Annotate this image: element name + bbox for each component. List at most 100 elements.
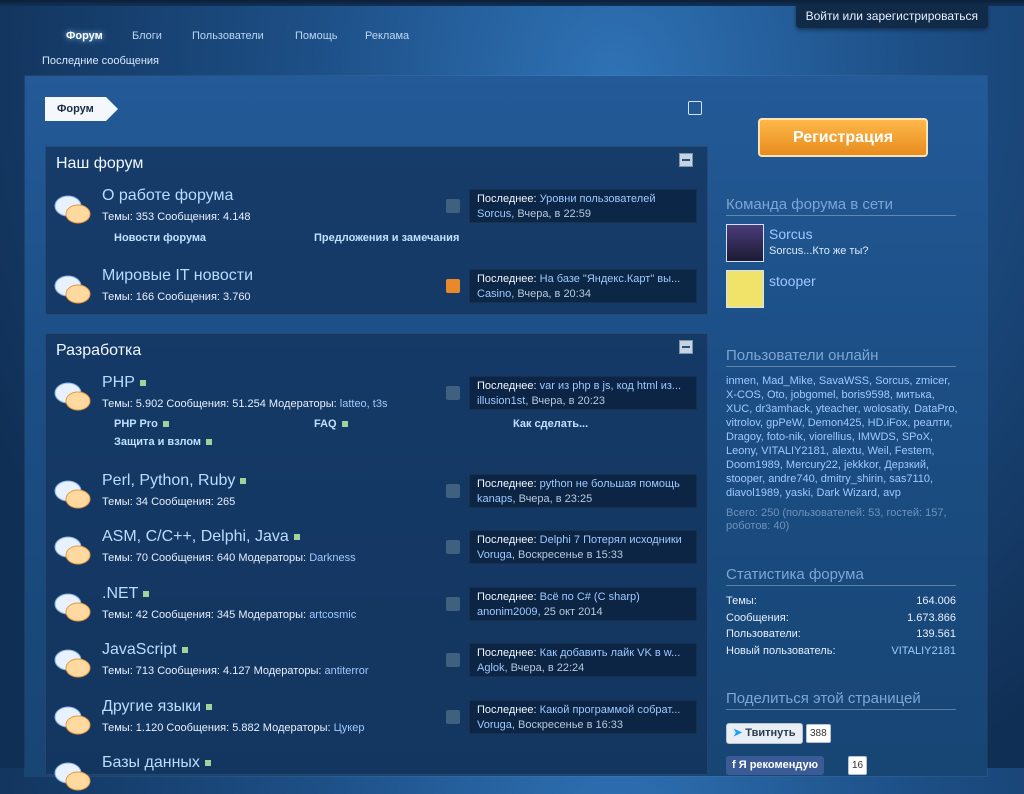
new-posts-icon bbox=[143, 590, 150, 597]
register-button[interactable]: Регистрация bbox=[758, 118, 928, 157]
tweet-button[interactable]: ➤ Твитнуть bbox=[726, 723, 803, 744]
forum-title-link[interactable]: .NET bbox=[102, 585, 138, 602]
last-post-title[interactable]: Всё по C# (C sharp) bbox=[540, 591, 640, 603]
forum-stats: Темы: 70 Сообщения: 640 Модераторы: Dark… bbox=[102, 552, 356, 564]
forum-stats-text: Темы: 70 Сообщения: 640 Модераторы: bbox=[102, 552, 307, 564]
forum-title-link[interactable]: Perl, Python, Ruby bbox=[102, 472, 235, 489]
facebook-recommend-button[interactable]: f Я рекомендую bbox=[726, 756, 824, 775]
subforum-link[interactable]: FAQ bbox=[314, 418, 348, 430]
last-post-user[interactable]: kanaps bbox=[477, 493, 512, 505]
forum-stats: Темы: 713 Сообщения: 4.127 Модераторы: a… bbox=[102, 665, 369, 677]
moderators-links[interactable]: latteo, t3s bbox=[340, 398, 388, 410]
facebook-label: Я рекомендую bbox=[738, 759, 818, 771]
member-name[interactable]: stooper bbox=[769, 273, 816, 289]
forum-title-link[interactable]: Базы данных bbox=[102, 754, 200, 771]
last-post-title[interactable]: Уровни пользователей bbox=[540, 193, 656, 205]
rss-icon[interactable] bbox=[446, 386, 460, 400]
nav-blogs[interactable]: Блоги bbox=[132, 30, 162, 42]
rss-icon[interactable] bbox=[446, 653, 460, 667]
last-post-user[interactable]: Voruga bbox=[477, 549, 512, 561]
forum-title: .NET bbox=[102, 585, 150, 603]
subforum-label: FAQ bbox=[314, 418, 337, 430]
expand-icon[interactable] bbox=[688, 101, 702, 115]
collapse-icon[interactable] bbox=[679, 153, 693, 167]
recent-posts-link[interactable]: Последние сообщения bbox=[42, 55, 159, 67]
new-posts-icon bbox=[240, 477, 247, 484]
online-users-list[interactable]: inmen, Mad_Mike, SavaWSS, Sorcus, zmicer… bbox=[726, 374, 960, 500]
last-post-user[interactable]: Sorcus bbox=[477, 208, 511, 220]
nav-help[interactable]: Помощь bbox=[295, 30, 338, 42]
forum-row: JavaScript Темы: 713 Сообщения: 4.127 Мо… bbox=[46, 641, 707, 701]
forum-title-link[interactable]: JavaScript bbox=[102, 641, 177, 658]
bird-icon: ➤ bbox=[733, 727, 743, 739]
last-post-title[interactable]: На базе "Яндекс.Карт" вы... bbox=[540, 273, 681, 285]
subforum-link[interactable]: Предложения и замечания bbox=[314, 232, 459, 244]
last-post-title[interactable]: Какой программой собрат... bbox=[540, 704, 681, 716]
last-post-user[interactable]: anonim2009 bbox=[477, 606, 538, 618]
member-name[interactable]: Sorcus bbox=[769, 226, 813, 242]
moderators-links[interactable]: Darkness bbox=[309, 552, 355, 564]
rss-icon[interactable] bbox=[446, 199, 460, 213]
forum-title[interactable]: Мировые IT новости bbox=[102, 267, 253, 285]
nav-forum[interactable]: Форум bbox=[66, 30, 103, 42]
last-post-box: Последнее: Delphi 7 Потерял исходники Vo… bbox=[469, 530, 697, 564]
new-posts-icon bbox=[204, 759, 211, 766]
forum-title[interactable]: О работе форума bbox=[102, 187, 233, 205]
last-post-title[interactable]: var из php в js, код html из... bbox=[540, 380, 681, 392]
collapse-icon[interactable] bbox=[679, 340, 693, 354]
forum-title-link[interactable]: PHP bbox=[102, 374, 135, 391]
last-post-user[interactable]: Casino bbox=[477, 288, 511, 300]
last-post-box: Последнее: Как добавить лайк VK в w... A… bbox=[469, 643, 697, 677]
last-post-date: Воскресенье в 15:33 bbox=[518, 549, 624, 561]
online-total: Всего: 250 (пользователей: 53, гостей: 1… bbox=[726, 507, 947, 532]
last-post-user[interactable]: illusion1st bbox=[477, 395, 525, 407]
last-post-date: Вчера, в 20:34 bbox=[517, 288, 591, 300]
forum-stats: Темы: 34 Сообщения: 265 bbox=[102, 496, 236, 508]
stat-row: Пользователи: 139.561 bbox=[726, 628, 956, 640]
forum-row: ASM, C/C++, Delphi, Java Темы: 70 Сообще… bbox=[46, 528, 707, 588]
subforum-link[interactable]: PHP Pro bbox=[114, 418, 169, 430]
forum-title: PHP bbox=[102, 374, 146, 392]
last-post-box: Последнее: python не большая помощь kana… bbox=[469, 474, 697, 508]
subforum-link[interactable]: Новости форума bbox=[114, 232, 206, 244]
last-post-title[interactable]: Как добавить лайк VK в w... bbox=[540, 647, 681, 659]
forum-row: Другие языки Темы: 1.120 Сообщения: 5.88… bbox=[46, 698, 707, 758]
last-post-date: Вчера, в 22:59 bbox=[517, 208, 591, 220]
subforum-link[interactable]: Защита и взлом bbox=[114, 436, 213, 448]
moderators-links[interactable]: Цукер bbox=[334, 722, 365, 734]
avatar[interactable] bbox=[726, 270, 764, 308]
rss-icon[interactable] bbox=[446, 279, 460, 293]
subforum-label: PHP Pro bbox=[114, 418, 158, 430]
rss-icon[interactable] bbox=[446, 597, 460, 611]
nav-ads[interactable]: Реклама bbox=[365, 30, 409, 42]
forum-title-link[interactable]: Другие языки bbox=[102, 698, 201, 715]
nav-users[interactable]: Пользователи bbox=[192, 30, 264, 42]
last-post-user[interactable]: Voruga bbox=[477, 719, 512, 731]
forum-stats-title: Статистика форума bbox=[726, 566, 956, 586]
forum-title-link[interactable]: ASM, C/C++, Delphi, Java bbox=[102, 528, 289, 545]
forum-stats: Темы: 5.902 Сообщения: 51.254 Модераторы… bbox=[102, 398, 387, 410]
section-development: Разработка PHP Темы: 5.902 Сообщения: 51… bbox=[45, 333, 708, 791]
rss-icon[interactable] bbox=[446, 484, 460, 498]
forum-row: .NET Темы: 42 Сообщения: 345 Модераторы:… bbox=[46, 585, 707, 645]
chat-bubbles-icon bbox=[54, 382, 91, 411]
new-user-link[interactable]: VITALIY2181 bbox=[891, 645, 956, 657]
forum-title: ASM, C/C++, Delphi, Java bbox=[102, 528, 300, 546]
last-post-box: Последнее: Уровни пользователей Sorcus, … bbox=[469, 189, 697, 223]
avatar[interactable] bbox=[726, 224, 764, 262]
subforum-link[interactable]: Как сделать... bbox=[513, 418, 588, 430]
last-post-label: Последнее: bbox=[477, 273, 537, 285]
share-title: Поделиться этой страницей bbox=[726, 690, 956, 710]
last-post-title[interactable]: python не большая помощь bbox=[540, 478, 680, 490]
last-post-title[interactable]: Delphi 7 Потерял исходники bbox=[540, 534, 682, 546]
login-register-button[interactable]: Войти или зарегистрироваться bbox=[795, 4, 988, 28]
forum-title: JavaScript bbox=[102, 641, 188, 659]
rss-icon[interactable] bbox=[446, 710, 460, 724]
new-posts-icon bbox=[293, 533, 300, 540]
last-post-user[interactable]: Aglok bbox=[477, 662, 505, 674]
moderators-links[interactable]: antiterror bbox=[324, 665, 368, 677]
stat-value: 164.006 bbox=[916, 595, 956, 607]
moderators-links[interactable]: artcosmic bbox=[309, 609, 356, 621]
rss-icon[interactable] bbox=[446, 540, 460, 554]
breadcrumb[interactable]: Форум bbox=[45, 97, 118, 121]
